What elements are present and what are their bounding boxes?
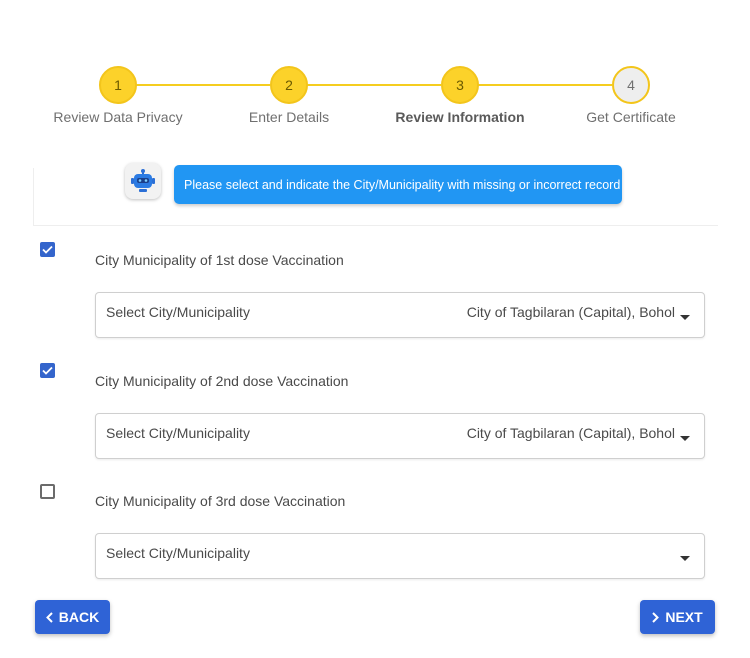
step-3-label: Review Information (395, 109, 525, 125)
dropdown-arrow-icon (680, 436, 690, 441)
step-connector-2-3 (307, 84, 441, 86)
chevron-left-icon (45, 611, 53, 623)
dose-3-city-select[interactable]: Select City/Municipality (95, 533, 705, 579)
dose-2-city-select[interactable]: Select City/Municipality City of Tagbila… (95, 413, 705, 459)
dose-3-label: City Municipality of 3rd dose Vaccinatio… (95, 493, 346, 509)
select-placeholder: Select City/Municipality (106, 304, 250, 320)
section-divider-vertical (33, 168, 34, 225)
dose-1-checkbox[interactable] (40, 242, 55, 257)
step-4-label: Get Certificate (586, 109, 676, 125)
step-2-label: Enter Details (248, 109, 330, 125)
next-button-label: NEXT (665, 609, 703, 625)
assistant-message: Please select and indicate the City/Muni… (174, 165, 622, 204)
chevron-right-icon (652, 611, 660, 623)
dose-1-label: City Municipality of 1st dose Vaccinatio… (95, 252, 344, 268)
step-4-circle: 4 (612, 66, 650, 104)
select-placeholder: Select City/Municipality (106, 545, 250, 561)
step-connector-3-4 (478, 84, 612, 86)
dropdown-arrow-icon (680, 315, 690, 320)
checkmark-icon (42, 366, 53, 375)
select-placeholder: Select City/Municipality (106, 425, 250, 441)
robot-icon (125, 163, 161, 199)
step-3-circle: 3 (441, 66, 479, 104)
select-value: City of Tagbilaran (Capital), Bohol (466, 425, 675, 441)
checkmark-icon (42, 245, 53, 254)
back-button-label: BACK (58, 609, 100, 625)
section-divider (33, 225, 718, 226)
step-1-circle: 1 (99, 66, 137, 104)
step-1-label: Review Data Privacy (53, 109, 183, 125)
back-button[interactable]: BACK (35, 600, 110, 634)
step-connector-1-2 (136, 84, 270, 86)
dose-3-checkbox[interactable] (40, 484, 55, 499)
dose-2-checkbox[interactable] (40, 363, 55, 378)
select-value: City of Tagbilaran (Capital), Bohol (466, 304, 675, 320)
dropdown-arrow-icon (680, 556, 690, 561)
progress-stepper: 1 2 3 4 Review Data Privacy Enter Detail… (0, 0, 750, 140)
next-button[interactable]: NEXT (640, 600, 715, 634)
dose-2-label: City Municipality of 2nd dose Vaccinatio… (95, 373, 349, 389)
dose-1-city-select[interactable]: Select City/Municipality City of Tagbila… (95, 292, 705, 338)
step-2-circle: 2 (270, 66, 308, 104)
